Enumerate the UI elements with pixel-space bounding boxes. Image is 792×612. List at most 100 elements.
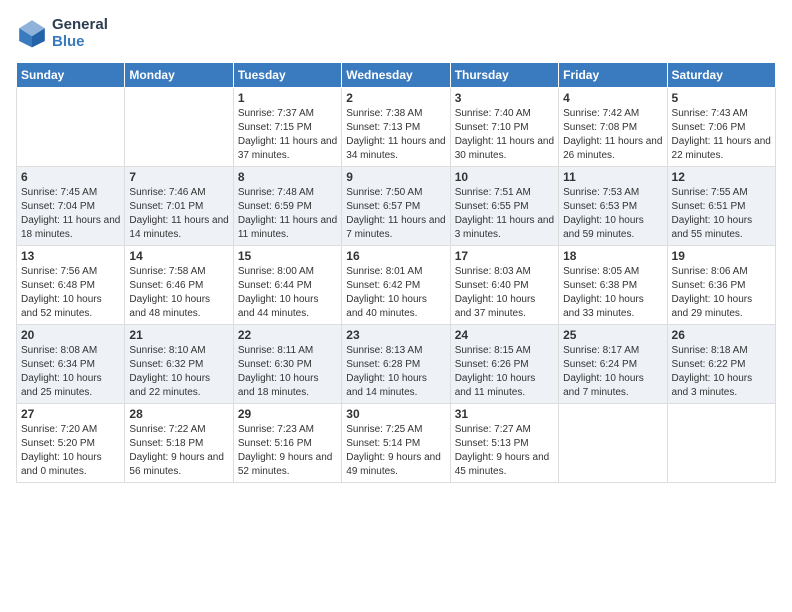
day-number: 26 bbox=[672, 328, 771, 342]
day-info-line: Sunrise: 8:08 AM bbox=[21, 344, 120, 358]
calendar-cell: 12Sunrise: 7:55 AMSunset: 6:51 PMDayligh… bbox=[667, 167, 775, 246]
day-number: 13 bbox=[21, 249, 120, 263]
day-content: Sunrise: 7:46 AMSunset: 7:01 PMDaylight:… bbox=[129, 186, 228, 242]
calendar-cell: 18Sunrise: 8:05 AMSunset: 6:38 PMDayligh… bbox=[559, 246, 667, 325]
day-info-line: Sunset: 6:28 PM bbox=[346, 358, 445, 372]
day-content: Sunrise: 7:38 AMSunset: 7:13 PMDaylight:… bbox=[346, 107, 445, 163]
calendar-cell bbox=[125, 88, 233, 167]
day-info-line: Sunset: 7:13 PM bbox=[346, 121, 445, 135]
day-content: Sunrise: 7:20 AMSunset: 5:20 PMDaylight:… bbox=[21, 423, 120, 479]
day-info-line: Daylight: 11 hours and 30 minutes. bbox=[455, 135, 554, 163]
day-info-line: Daylight: 10 hours and 55 minutes. bbox=[672, 214, 771, 242]
day-info-line: Sunset: 6:48 PM bbox=[21, 279, 120, 293]
weekday-header-thursday: Thursday bbox=[450, 63, 558, 88]
day-info-line: Sunrise: 7:46 AM bbox=[129, 186, 228, 200]
day-info-line: Sunrise: 8:01 AM bbox=[346, 265, 445, 279]
day-content: Sunrise: 7:25 AMSunset: 5:14 PMDaylight:… bbox=[346, 423, 445, 479]
day-info-line: Sunrise: 7:20 AM bbox=[21, 423, 120, 437]
day-info-line: Daylight: 10 hours and 0 minutes. bbox=[21, 451, 120, 479]
day-info-line: Sunrise: 7:38 AM bbox=[346, 107, 445, 121]
day-info-line: Daylight: 10 hours and 40 minutes. bbox=[346, 293, 445, 321]
day-info-line: Sunset: 5:14 PM bbox=[346, 437, 445, 451]
calendar-cell: 25Sunrise: 8:17 AMSunset: 6:24 PMDayligh… bbox=[559, 325, 667, 404]
day-number: 4 bbox=[563, 91, 662, 105]
day-content: Sunrise: 7:27 AMSunset: 5:13 PMDaylight:… bbox=[455, 423, 554, 479]
day-info-line: Sunrise: 7:43 AM bbox=[672, 107, 771, 121]
day-info-line: Sunset: 5:13 PM bbox=[455, 437, 554, 451]
calendar-cell: 13Sunrise: 7:56 AMSunset: 6:48 PMDayligh… bbox=[17, 246, 125, 325]
day-info-line: Sunset: 6:32 PM bbox=[129, 358, 228, 372]
calendar-cell: 3Sunrise: 7:40 AMSunset: 7:10 PMDaylight… bbox=[450, 88, 558, 167]
calendar-cell: 24Sunrise: 8:15 AMSunset: 6:26 PMDayligh… bbox=[450, 325, 558, 404]
calendar-week-1: 1Sunrise: 7:37 AMSunset: 7:15 PMDaylight… bbox=[17, 88, 776, 167]
calendar-cell: 11Sunrise: 7:53 AMSunset: 6:53 PMDayligh… bbox=[559, 167, 667, 246]
day-content: Sunrise: 8:13 AMSunset: 6:28 PMDaylight:… bbox=[346, 344, 445, 400]
day-info-line: Daylight: 9 hours and 45 minutes. bbox=[455, 451, 554, 479]
weekday-header-friday: Friday bbox=[559, 63, 667, 88]
day-content: Sunrise: 8:01 AMSunset: 6:42 PMDaylight:… bbox=[346, 265, 445, 321]
day-number: 11 bbox=[563, 170, 662, 184]
calendar-cell: 20Sunrise: 8:08 AMSunset: 6:34 PMDayligh… bbox=[17, 325, 125, 404]
calendar-week-5: 27Sunrise: 7:20 AMSunset: 5:20 PMDayligh… bbox=[17, 404, 776, 483]
day-info-line: Sunset: 7:01 PM bbox=[129, 200, 228, 214]
day-number: 24 bbox=[455, 328, 554, 342]
day-info-line: Daylight: 10 hours and 37 minutes. bbox=[455, 293, 554, 321]
day-content: Sunrise: 7:37 AMSunset: 7:15 PMDaylight:… bbox=[238, 107, 337, 163]
day-number: 31 bbox=[455, 407, 554, 421]
day-number: 28 bbox=[129, 407, 228, 421]
calendar-cell: 27Sunrise: 7:20 AMSunset: 5:20 PMDayligh… bbox=[17, 404, 125, 483]
day-info-line: Daylight: 10 hours and 22 minutes. bbox=[129, 372, 228, 400]
calendar-table: SundayMondayTuesdayWednesdayThursdayFrid… bbox=[16, 62, 776, 483]
day-number: 6 bbox=[21, 170, 120, 184]
day-info-line: Daylight: 10 hours and 14 minutes. bbox=[346, 372, 445, 400]
day-info-line: Sunset: 7:06 PM bbox=[672, 121, 771, 135]
day-number: 7 bbox=[129, 170, 228, 184]
calendar-cell: 23Sunrise: 8:13 AMSunset: 6:28 PMDayligh… bbox=[342, 325, 450, 404]
day-info-line: Daylight: 11 hours and 18 minutes. bbox=[21, 214, 120, 242]
day-info-line: Daylight: 10 hours and 7 minutes. bbox=[563, 372, 662, 400]
day-info-line: Sunset: 6:36 PM bbox=[672, 279, 771, 293]
logo-icon bbox=[16, 17, 48, 49]
calendar-cell: 29Sunrise: 7:23 AMSunset: 5:16 PMDayligh… bbox=[233, 404, 341, 483]
calendar-cell bbox=[667, 404, 775, 483]
day-info-line: Daylight: 10 hours and 59 minutes. bbox=[563, 214, 662, 242]
day-content: Sunrise: 8:08 AMSunset: 6:34 PMDaylight:… bbox=[21, 344, 120, 400]
day-info-line: Sunrise: 8:03 AM bbox=[455, 265, 554, 279]
day-info-line: Sunrise: 8:00 AM bbox=[238, 265, 337, 279]
day-info-line: Sunset: 6:26 PM bbox=[455, 358, 554, 372]
day-info-line: Sunrise: 7:48 AM bbox=[238, 186, 337, 200]
day-info-line: Sunset: 6:40 PM bbox=[455, 279, 554, 293]
calendar-cell: 22Sunrise: 8:11 AMSunset: 6:30 PMDayligh… bbox=[233, 325, 341, 404]
day-number: 17 bbox=[455, 249, 554, 263]
day-info-line: Daylight: 11 hours and 3 minutes. bbox=[455, 214, 554, 242]
day-number: 18 bbox=[563, 249, 662, 263]
day-info-line: Sunrise: 7:55 AM bbox=[672, 186, 771, 200]
day-content: Sunrise: 8:17 AMSunset: 6:24 PMDaylight:… bbox=[563, 344, 662, 400]
day-info-line: Daylight: 10 hours and 18 minutes. bbox=[238, 372, 337, 400]
day-info-line: Sunset: 5:16 PM bbox=[238, 437, 337, 451]
calendar-week-2: 6Sunrise: 7:45 AMSunset: 7:04 PMDaylight… bbox=[17, 167, 776, 246]
day-info-line: Sunrise: 7:40 AM bbox=[455, 107, 554, 121]
day-info-line: Daylight: 11 hours and 26 minutes. bbox=[563, 135, 662, 163]
day-number: 29 bbox=[238, 407, 337, 421]
day-info-line: Sunset: 6:24 PM bbox=[563, 358, 662, 372]
weekday-header-tuesday: Tuesday bbox=[233, 63, 341, 88]
day-info-line: Daylight: 11 hours and 14 minutes. bbox=[129, 214, 228, 242]
day-content: Sunrise: 7:42 AMSunset: 7:08 PMDaylight:… bbox=[563, 107, 662, 163]
day-info-line: Sunset: 6:53 PM bbox=[563, 200, 662, 214]
day-info-line: Daylight: 10 hours and 52 minutes. bbox=[21, 293, 120, 321]
day-info-line: Sunrise: 7:42 AM bbox=[563, 107, 662, 121]
day-info-line: Daylight: 10 hours and 44 minutes. bbox=[238, 293, 337, 321]
day-info-line: Daylight: 11 hours and 7 minutes. bbox=[346, 214, 445, 242]
calendar-cell: 8Sunrise: 7:48 AMSunset: 6:59 PMDaylight… bbox=[233, 167, 341, 246]
calendar-cell: 21Sunrise: 8:10 AMSunset: 6:32 PMDayligh… bbox=[125, 325, 233, 404]
day-info-line: Sunrise: 7:22 AM bbox=[129, 423, 228, 437]
calendar-cell: 9Sunrise: 7:50 AMSunset: 6:57 PMDaylight… bbox=[342, 167, 450, 246]
calendar-cell: 14Sunrise: 7:58 AMSunset: 6:46 PMDayligh… bbox=[125, 246, 233, 325]
day-info-line: Daylight: 10 hours and 29 minutes. bbox=[672, 293, 771, 321]
day-info-line: Sunrise: 7:45 AM bbox=[21, 186, 120, 200]
day-info-line: Sunset: 6:34 PM bbox=[21, 358, 120, 372]
day-info-line: Sunset: 6:51 PM bbox=[672, 200, 771, 214]
day-info-line: Daylight: 9 hours and 56 minutes. bbox=[129, 451, 228, 479]
calendar-cell: 28Sunrise: 7:22 AMSunset: 5:18 PMDayligh… bbox=[125, 404, 233, 483]
